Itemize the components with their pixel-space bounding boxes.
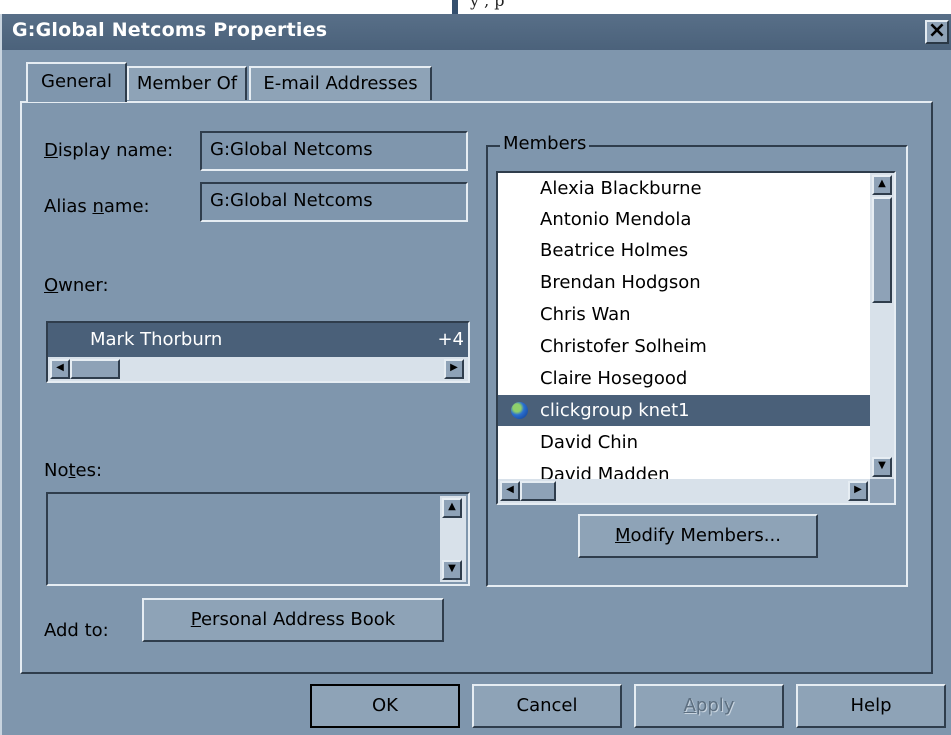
properties-dialog: G:Global Netcoms Properties × General Me… bbox=[0, 14, 951, 735]
members-scroll-thumb[interactable] bbox=[872, 197, 892, 303]
list-item[interactable]: Christofer Solheim bbox=[498, 331, 870, 362]
add-to-label: Add to: bbox=[44, 620, 109, 641]
members-scroll-down-button[interactable]: ▼ bbox=[872, 457, 892, 477]
scrollbar-corner bbox=[870, 479, 894, 503]
arrow-down-icon: ▼ bbox=[878, 460, 886, 471]
background-text-fragment: y , p bbox=[470, 0, 505, 10]
list-item[interactable]: Chris Wan bbox=[498, 299, 870, 330]
members-h-scroll-thumb[interactable] bbox=[520, 481, 556, 501]
display-name-field[interactable]: G:Global Netcoms bbox=[200, 131, 468, 171]
owner-scroll-right-button[interactable]: ▶ bbox=[444, 359, 464, 379]
arrow-down-icon: ▼ bbox=[448, 563, 456, 574]
window-title: G:Global Netcoms Properties bbox=[12, 19, 328, 41]
arrow-left-icon: ◀ bbox=[56, 362, 64, 373]
arrow-up-icon: ▲ bbox=[878, 178, 886, 189]
owner-selected-row[interactable]: Mark Thorburn +4 bbox=[48, 323, 468, 357]
list-item[interactable]: Claire Hosegood bbox=[498, 363, 870, 394]
notes-scroll-up-button[interactable]: ▲ bbox=[442, 498, 462, 518]
owner-scroll-left-button[interactable]: ◀ bbox=[50, 359, 70, 379]
close-icon: × bbox=[927, 18, 947, 43]
background-window-border bbox=[452, 0, 458, 14]
cancel-button[interactable]: Cancel bbox=[472, 684, 622, 728]
personal-address-book-button[interactable]: Personal Address Book bbox=[142, 598, 444, 642]
notes-scroll-down-button[interactable]: ▼ bbox=[442, 560, 462, 580]
arrow-up-icon: ▲ bbox=[448, 501, 456, 512]
list-item[interactable]: David Chin bbox=[498, 427, 870, 458]
background-window-strip: y , p bbox=[0, 0, 951, 14]
members-list[interactable]: Alexia Blackburne Antonio Mendola Beatri… bbox=[496, 171, 896, 505]
list-item[interactable]: Brendan Hodgson bbox=[498, 267, 870, 298]
help-button[interactable]: Help bbox=[796, 684, 946, 728]
notes-textarea[interactable]: ▲ ▼ bbox=[46, 492, 470, 586]
list-item[interactable]: Alexia Blackburne bbox=[498, 173, 870, 204]
arrow-right-icon: ▶ bbox=[854, 484, 862, 495]
tab-email-addresses[interactable]: E-mail Addresses bbox=[249, 66, 432, 100]
alias-name-field[interactable]: G:Global Netcoms bbox=[200, 182, 468, 222]
notes-label: Notes: bbox=[44, 460, 103, 481]
members-scroll-up-button[interactable]: ▲ bbox=[872, 175, 892, 195]
alias-name-label: Alias name: bbox=[44, 196, 150, 217]
globe-icon bbox=[511, 402, 528, 419]
modify-members-button[interactable]: Modify Members... bbox=[578, 514, 818, 558]
owner-scroll-thumb[interactable] bbox=[70, 359, 120, 379]
list-item[interactable]: Beatrice Holmes bbox=[498, 235, 870, 266]
arrow-right-icon: ▶ bbox=[450, 362, 458, 373]
owner-name: Mark Thorburn bbox=[90, 329, 223, 350]
tab-general[interactable]: General bbox=[26, 62, 127, 102]
owner-label: Owner: bbox=[44, 275, 109, 296]
members-scroll-left-button[interactable]: ◀ bbox=[500, 481, 520, 501]
tab-member-of[interactable]: Member Of bbox=[127, 66, 247, 100]
display-name-label: Display name: bbox=[44, 140, 174, 161]
title-bar[interactable]: G:Global Netcoms Properties × bbox=[2, 14, 951, 50]
owner-extra-count: +4 bbox=[437, 329, 464, 350]
arrow-left-icon: ◀ bbox=[506, 484, 514, 495]
list-item[interactable]: Antonio Mendola bbox=[498, 204, 870, 235]
apply-button[interactable]: Apply bbox=[634, 684, 784, 728]
members-legend: Members bbox=[500, 133, 590, 154]
list-item-selected[interactable]: clickgroup knet1 bbox=[498, 395, 870, 426]
ok-button[interactable]: OK bbox=[310, 684, 460, 728]
owner-list[interactable]: Mark Thorburn +4 ◀ ▶ bbox=[46, 321, 470, 383]
close-button[interactable]: × bbox=[925, 20, 949, 44]
members-scroll-right-button[interactable]: ▶ bbox=[848, 481, 868, 501]
